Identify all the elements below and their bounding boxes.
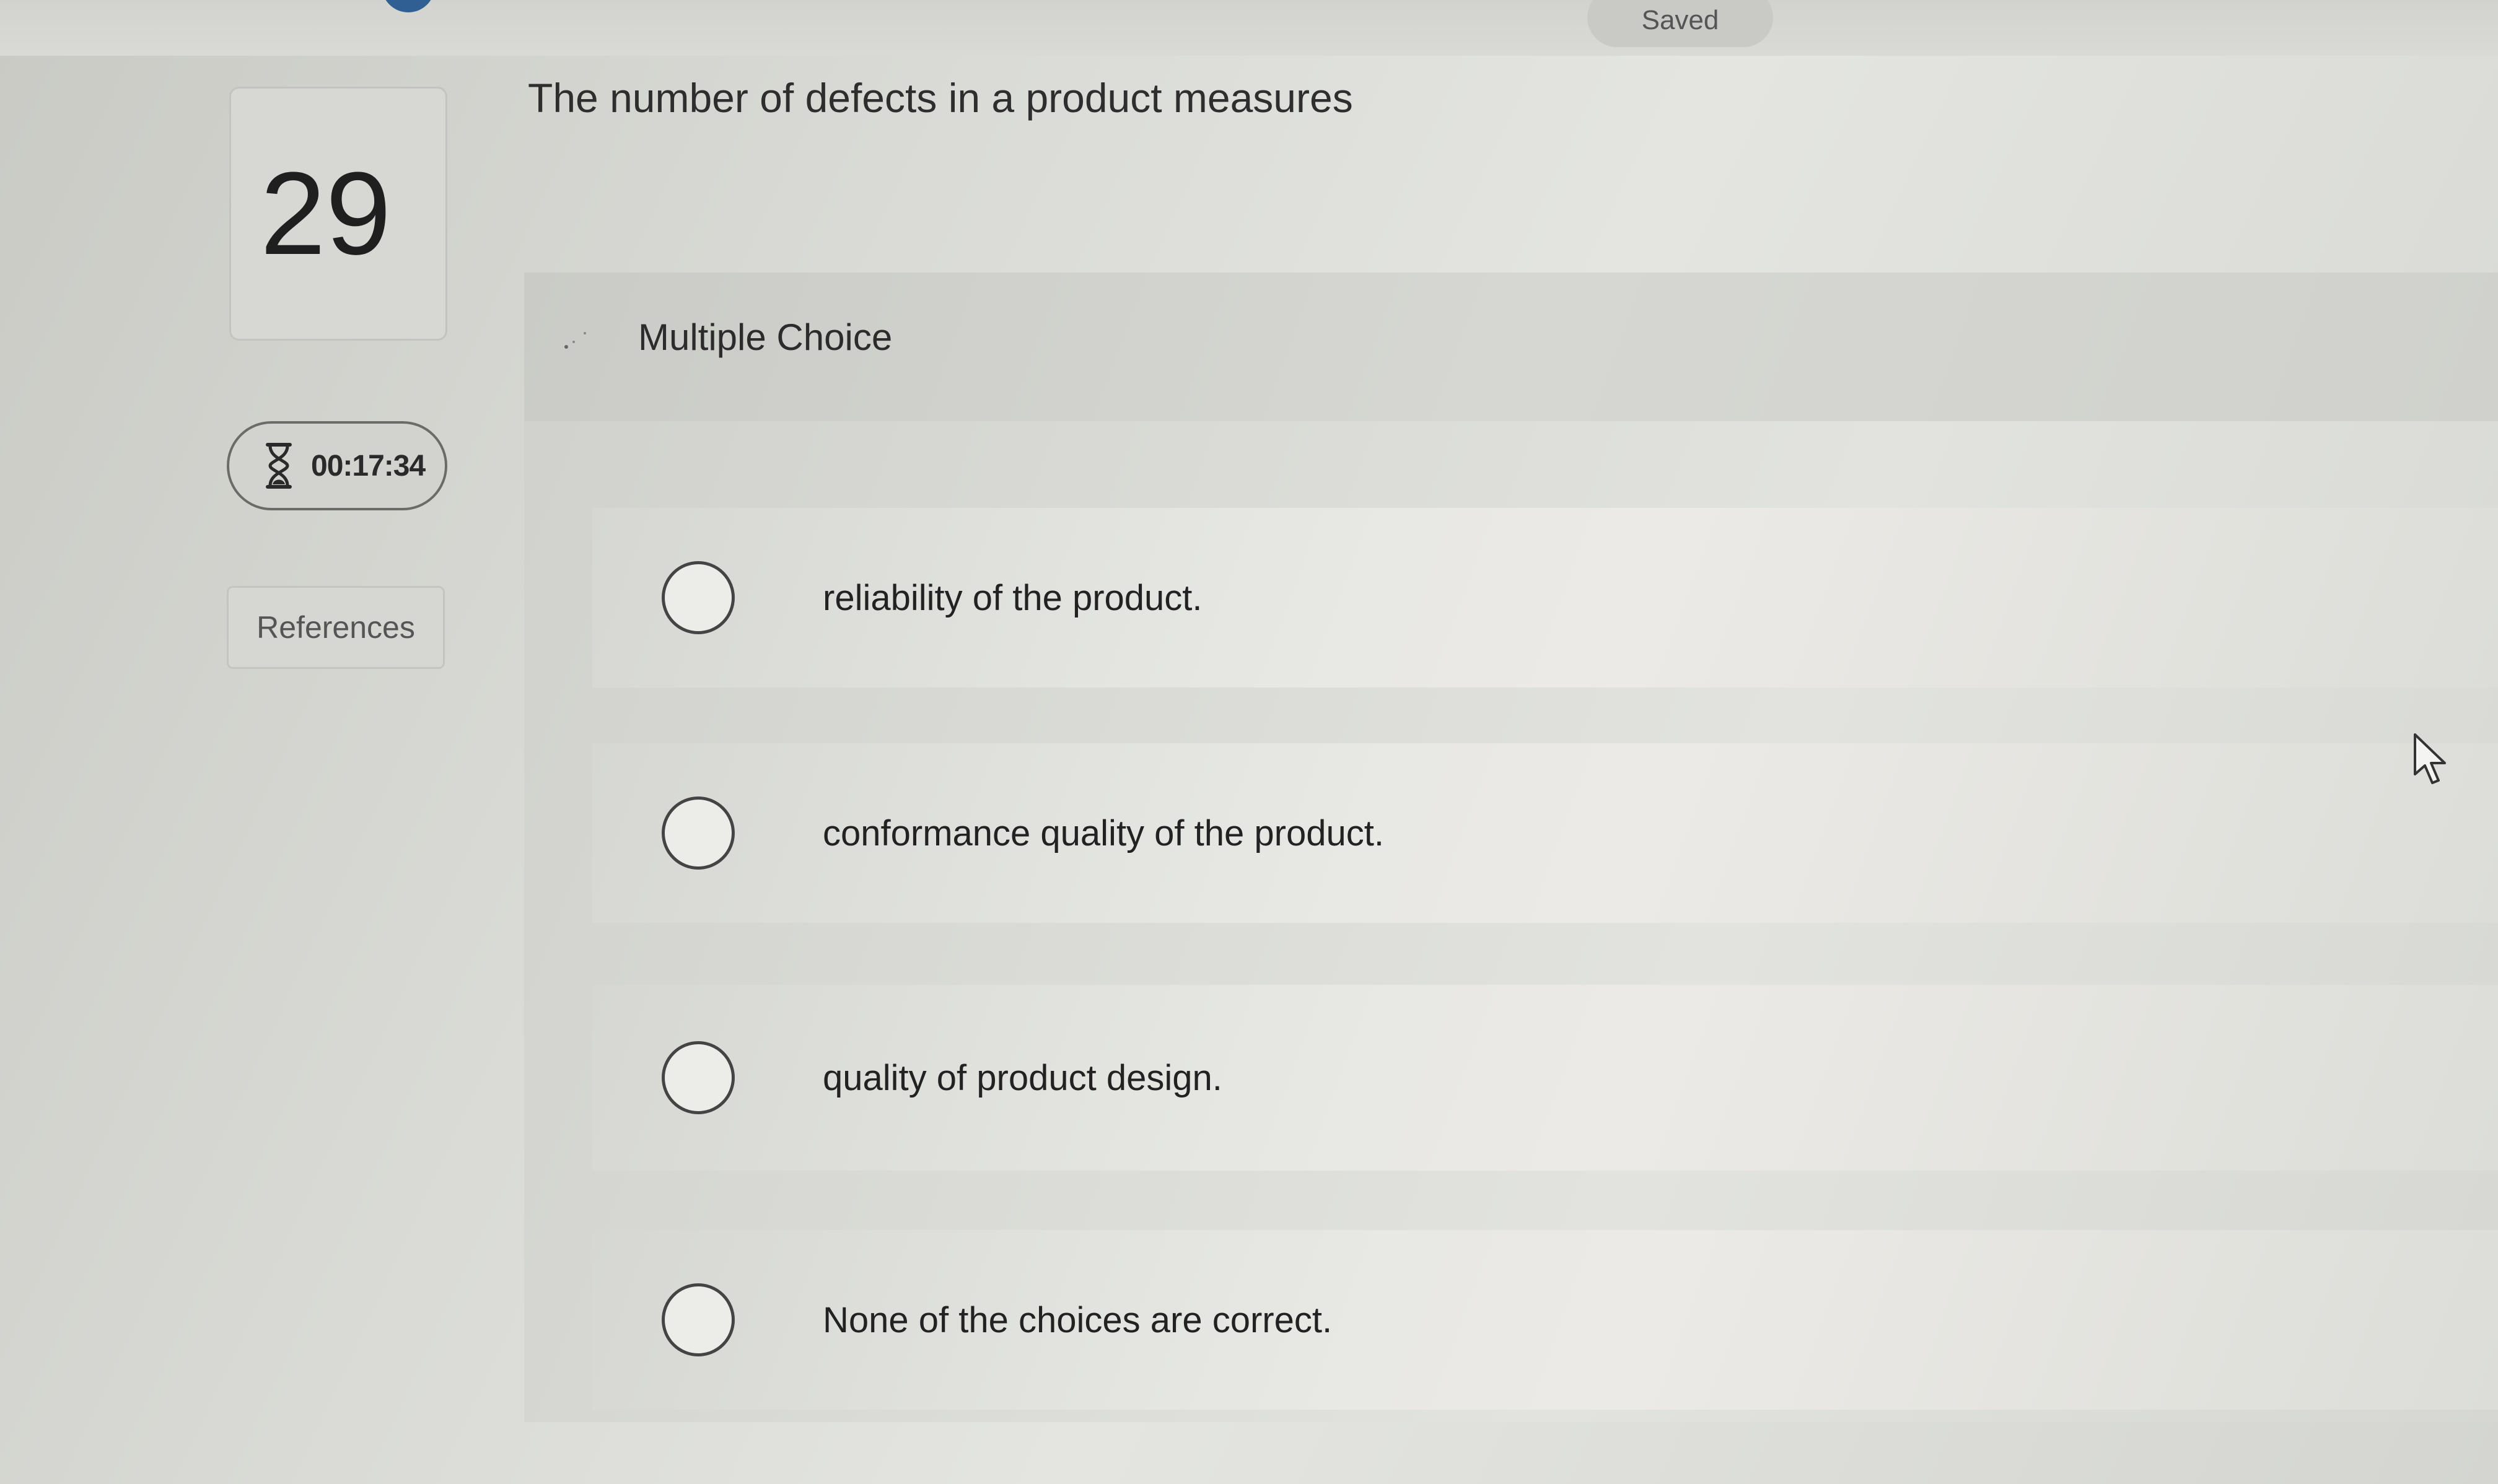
answer-option[interactable]: reliability of the product. — [592, 508, 2498, 687]
question-prompt: The number of defects in a product measu… — [528, 75, 1353, 121]
references-button[interactable]: References — [227, 586, 445, 669]
radio-button[interactable] — [662, 1283, 735, 1356]
answer-option[interactable]: conformance quality of the product. — [592, 743, 2498, 923]
saved-status-badge: Saved — [1587, 0, 1773, 47]
answer-option-label: quality of product design. — [823, 1057, 1222, 1098]
mouse-pointer-icon — [2414, 733, 2446, 784]
hourglass-icon — [266, 443, 292, 489]
answer-option-label: None of the choices are correct. — [823, 1299, 1333, 1340]
radio-button[interactable] — [662, 561, 735, 634]
question-number: 29 — [260, 148, 392, 279]
question-type-icon — [564, 332, 586, 349]
timer-button[interactable]: 00:17:34 — [227, 421, 447, 510]
radio-button[interactable] — [662, 1041, 735, 1114]
answer-option-label: reliability of the product. — [823, 577, 1203, 618]
timer-value: 00:17:34 — [311, 449, 426, 482]
question-type-label: Multiple Choice — [638, 316, 893, 358]
answer-option-label: conformance quality of the product. — [823, 813, 1384, 853]
top-bar — [0, 0, 2498, 56]
answer-option[interactable]: quality of product design. — [592, 985, 2498, 1171]
radio-button[interactable] — [662, 797, 735, 870]
answer-option[interactable]: None of the choices are correct. — [592, 1230, 2498, 1410]
